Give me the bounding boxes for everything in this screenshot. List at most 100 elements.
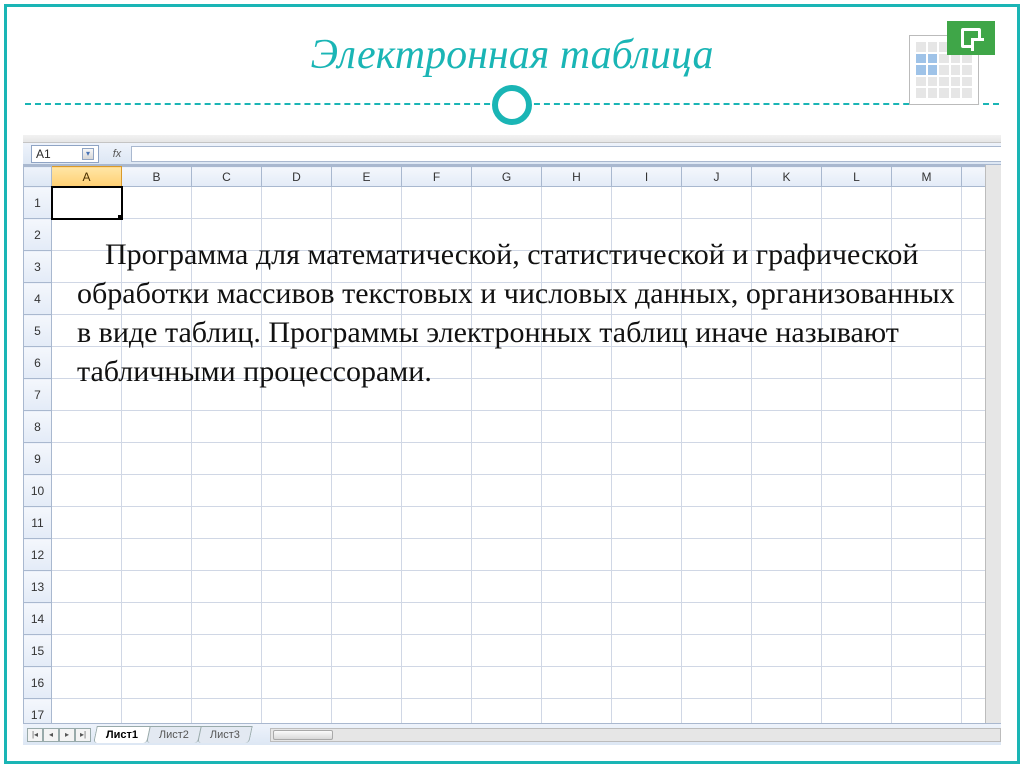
cell[interactable] bbox=[332, 507, 402, 539]
cell[interactable] bbox=[402, 667, 472, 699]
column-header[interactable]: D bbox=[262, 167, 332, 187]
cell[interactable] bbox=[752, 507, 822, 539]
cell[interactable] bbox=[752, 635, 822, 667]
cell[interactable] bbox=[402, 475, 472, 507]
cell[interactable] bbox=[822, 603, 892, 635]
row-header[interactable]: 4 bbox=[24, 283, 52, 315]
row-header[interactable]: 3 bbox=[24, 251, 52, 283]
cell[interactable] bbox=[682, 699, 752, 724]
column-header[interactable]: E bbox=[332, 167, 402, 187]
cell[interactable] bbox=[472, 635, 542, 667]
cell[interactable] bbox=[472, 411, 542, 443]
cell[interactable] bbox=[402, 411, 472, 443]
cell[interactable] bbox=[892, 603, 962, 635]
row-header[interactable]: 14 bbox=[24, 603, 52, 635]
column-header[interactable]: C bbox=[192, 167, 262, 187]
cell[interactable] bbox=[262, 475, 332, 507]
cell[interactable] bbox=[682, 667, 752, 699]
cell[interactable] bbox=[682, 411, 752, 443]
cell[interactable] bbox=[542, 571, 612, 603]
cell[interactable] bbox=[122, 667, 192, 699]
cell[interactable] bbox=[752, 539, 822, 571]
cell[interactable] bbox=[262, 635, 332, 667]
cell[interactable] bbox=[612, 475, 682, 507]
tab-nav-button[interactable]: ▸ bbox=[59, 728, 75, 742]
column-header[interactable]: J bbox=[682, 167, 752, 187]
cell[interactable] bbox=[52, 475, 122, 507]
cell[interactable] bbox=[682, 635, 752, 667]
cell[interactable] bbox=[402, 699, 472, 724]
cell[interactable] bbox=[472, 571, 542, 603]
cell[interactable] bbox=[472, 603, 542, 635]
cell[interactable] bbox=[402, 635, 472, 667]
sheet-tab[interactable]: Лист1 bbox=[93, 726, 151, 743]
cell[interactable] bbox=[402, 603, 472, 635]
cell[interactable] bbox=[612, 507, 682, 539]
row-header[interactable]: 8 bbox=[24, 411, 52, 443]
cell[interactable] bbox=[822, 443, 892, 475]
cell[interactable] bbox=[332, 667, 402, 699]
cell[interactable] bbox=[262, 539, 332, 571]
cell[interactable] bbox=[192, 187, 262, 219]
cell[interactable] bbox=[472, 699, 542, 724]
cell[interactable] bbox=[542, 539, 612, 571]
formula-bar[interactable] bbox=[131, 146, 1001, 162]
cell[interactable] bbox=[52, 411, 122, 443]
sheet-tab[interactable]: Лист2 bbox=[146, 726, 202, 743]
cell[interactable] bbox=[892, 187, 962, 219]
name-box-dropdown-icon[interactable]: ▾ bbox=[82, 148, 94, 160]
cell[interactable] bbox=[542, 603, 612, 635]
cell[interactable] bbox=[192, 699, 262, 724]
cell[interactable] bbox=[332, 539, 402, 571]
select-all-corner[interactable] bbox=[24, 167, 52, 187]
cell[interactable] bbox=[332, 187, 402, 219]
cell[interactable] bbox=[122, 507, 192, 539]
cell[interactable] bbox=[822, 635, 892, 667]
cell[interactable] bbox=[542, 475, 612, 507]
tab-nav-button[interactable]: |◂ bbox=[27, 728, 43, 742]
cell[interactable] bbox=[822, 507, 892, 539]
cell[interactable] bbox=[472, 443, 542, 475]
row-header[interactable]: 15 bbox=[24, 635, 52, 667]
cell[interactable] bbox=[192, 443, 262, 475]
cell[interactable] bbox=[682, 443, 752, 475]
row-header[interactable]: 9 bbox=[24, 443, 52, 475]
column-header[interactable]: L bbox=[822, 167, 892, 187]
column-header[interactable]: K bbox=[752, 167, 822, 187]
cell[interactable] bbox=[52, 443, 122, 475]
cell[interactable] bbox=[402, 571, 472, 603]
cell[interactable] bbox=[192, 635, 262, 667]
cell[interactable] bbox=[892, 571, 962, 603]
cell[interactable] bbox=[262, 507, 332, 539]
cell[interactable] bbox=[52, 187, 122, 219]
cell[interactable] bbox=[52, 539, 122, 571]
cell[interactable] bbox=[682, 603, 752, 635]
cell[interactable] bbox=[122, 411, 192, 443]
cell[interactable] bbox=[192, 603, 262, 635]
cell[interactable] bbox=[192, 667, 262, 699]
cell[interactable] bbox=[122, 571, 192, 603]
cell[interactable] bbox=[612, 411, 682, 443]
sheet-tab[interactable]: Лист3 bbox=[197, 726, 253, 743]
cell[interactable] bbox=[52, 603, 122, 635]
cell[interactable] bbox=[262, 571, 332, 603]
cell[interactable] bbox=[402, 539, 472, 571]
cell[interactable] bbox=[682, 571, 752, 603]
cell[interactable] bbox=[892, 443, 962, 475]
horizontal-scrollbar[interactable] bbox=[270, 728, 1001, 742]
cell[interactable] bbox=[892, 475, 962, 507]
cell[interactable] bbox=[752, 667, 822, 699]
cell[interactable] bbox=[262, 443, 332, 475]
row-header[interactable]: 12 bbox=[24, 539, 52, 571]
cell[interactable] bbox=[192, 475, 262, 507]
column-header[interactable]: M bbox=[892, 167, 962, 187]
cell[interactable] bbox=[542, 635, 612, 667]
fx-button[interactable]: fx bbox=[107, 146, 127, 162]
cell[interactable] bbox=[402, 187, 472, 219]
tab-nav-buttons[interactable]: |◂◂▸▸| bbox=[27, 728, 91, 742]
cell[interactable] bbox=[612, 443, 682, 475]
cell[interactable] bbox=[752, 603, 822, 635]
cell[interactable] bbox=[822, 667, 892, 699]
row-header[interactable]: 6 bbox=[24, 347, 52, 379]
row-header[interactable]: 7 bbox=[24, 379, 52, 411]
